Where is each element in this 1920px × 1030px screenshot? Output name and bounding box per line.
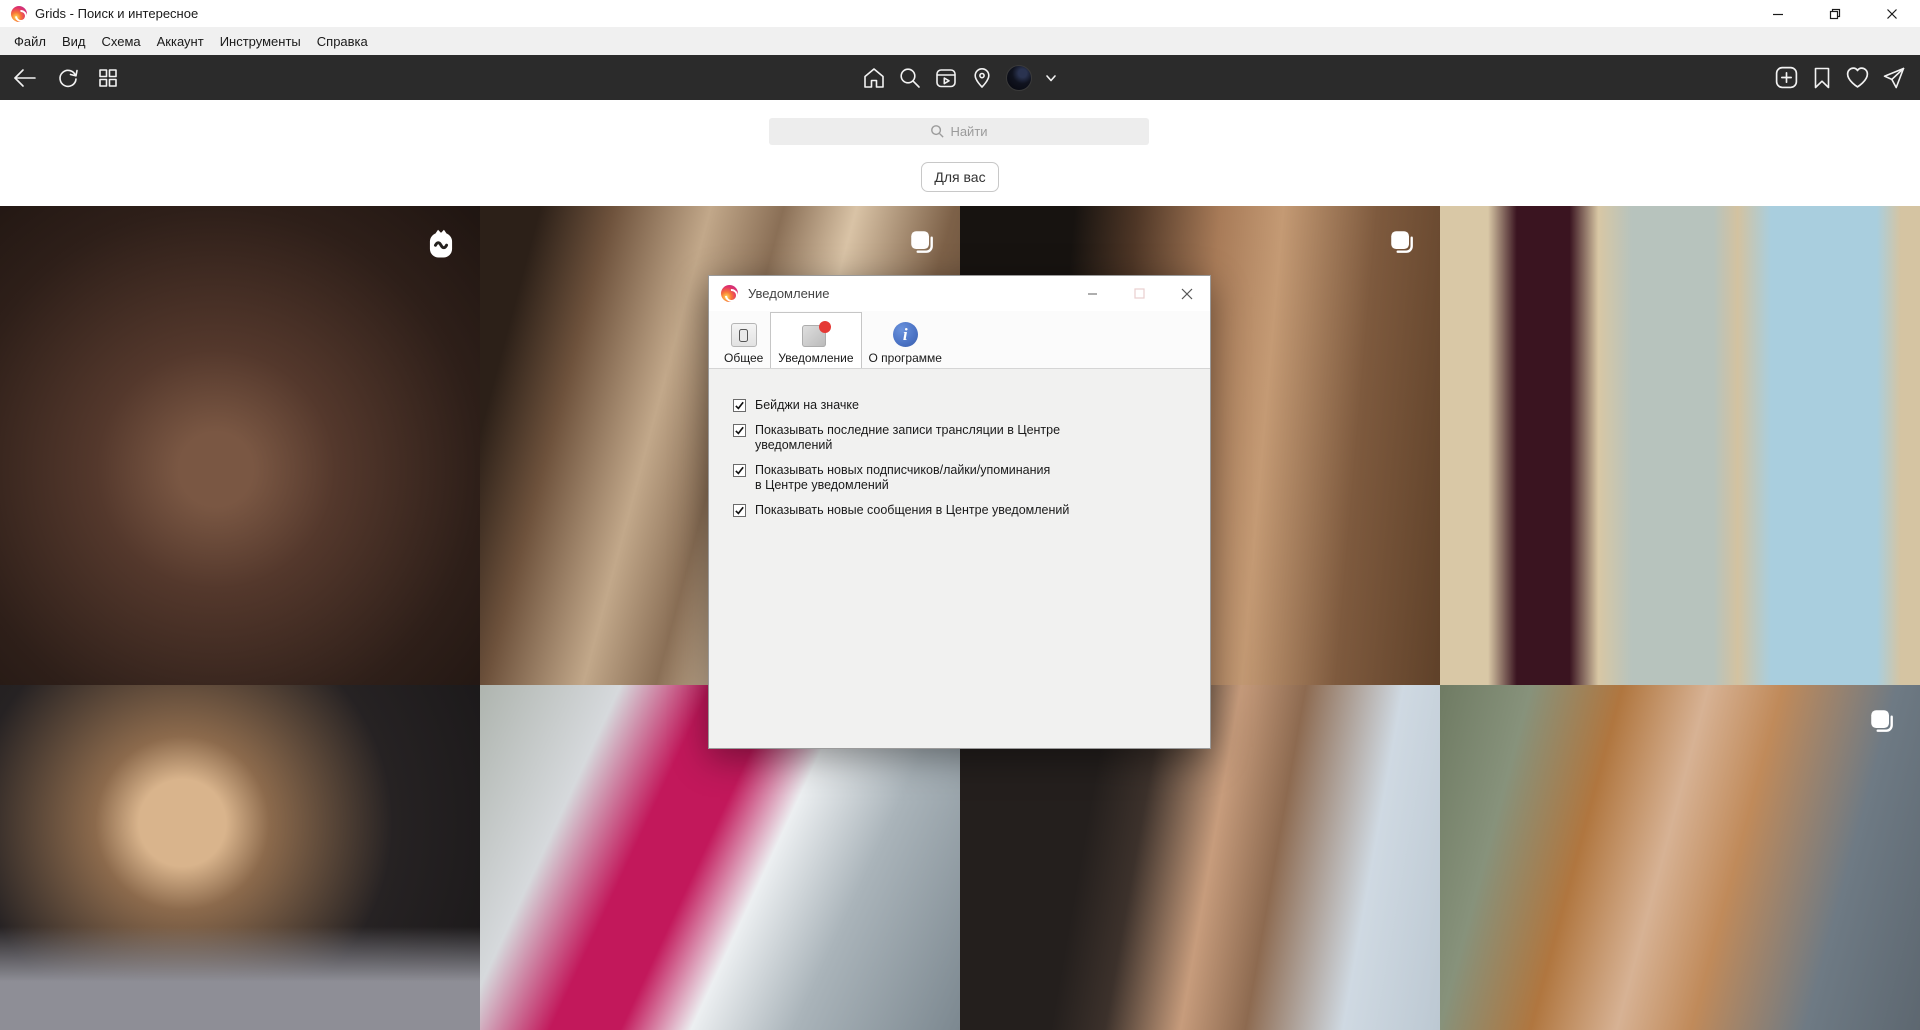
menu-scheme[interactable]: Схема <box>94 30 149 53</box>
search-icon[interactable] <box>898 66 922 90</box>
chevron-down-icon[interactable] <box>1044 71 1058 85</box>
menu-file[interactable]: Файл <box>6 30 54 53</box>
dialog-titlebar: Уведомление <box>709 276 1210 311</box>
photo-tile[interactable] <box>0 685 480 1030</box>
dialog-minimize-button[interactable] <box>1069 276 1116 311</box>
igtv-icon[interactable] <box>934 66 958 90</box>
dialog-title: Уведомление <box>748 286 830 301</box>
for-you-button[interactable]: Для вас <box>921 162 999 192</box>
album-badge-icon <box>1388 228 1416 261</box>
back-icon[interactable] <box>12 67 38 89</box>
tab-general[interactable]: Общее <box>717 318 770 368</box>
checkbox-checked-icon[interactable] <box>733 424 746 437</box>
checkbox-show-broadcasts[interactable]: Показывать последние записи трансляции в… <box>733 423 1190 453</box>
new-post-icon[interactable] <box>1774 65 1799 90</box>
main-toolbar <box>0 55 1920 100</box>
search-placeholder: Найти <box>950 124 988 139</box>
grids-app-icon <box>721 285 738 302</box>
direct-icon[interactable] <box>1882 66 1906 90</box>
dialog-maximize-button-disabled <box>1116 276 1163 311</box>
location-icon[interactable] <box>970 66 994 90</box>
close-button[interactable] <box>1863 0 1920 27</box>
checkbox-badges-on-icon[interactable]: Бейджи на значке <box>733 398 1190 413</box>
dialog-tabstrip: Общее Уведомление i О программе <box>709 311 1210 369</box>
search-glyph-icon <box>931 125 945 138</box>
search-input[interactable]: Найти <box>769 118 1149 145</box>
checkbox-show-followers-likes-mentions[interactable]: Показывать новых подписчиков/лайки/упоми… <box>733 463 1190 493</box>
refresh-icon[interactable] <box>56 66 80 90</box>
album-badge-icon <box>1868 707 1896 740</box>
menu-bar: Файл Вид Схема Аккаунт Инструменты Справ… <box>0 27 1920 55</box>
bookmark-icon[interactable] <box>1811 66 1833 90</box>
red-badge-dot <box>818 321 831 333</box>
restore-button[interactable] <box>1806 0 1863 27</box>
grids-app-icon <box>11 5 27 22</box>
window-titlebar: Grids - Поиск и интересное <box>0 0 1920 27</box>
checkbox-show-new-messages[interactable]: Показывать новые сообщения в Центре увед… <box>733 503 1190 518</box>
notification-badge-icon <box>801 321 831 347</box>
photo-tile[interactable] <box>0 206 480 685</box>
notification-settings-dialog: Уведомление Общее Уведомление i О програ… <box>708 275 1211 749</box>
menu-tools[interactable]: Инструменты <box>212 30 309 53</box>
home-icon[interactable] <box>862 66 886 90</box>
menu-help[interactable]: Справка <box>309 30 376 53</box>
grid-view-icon[interactable] <box>98 68 118 88</box>
minimize-button[interactable] <box>1749 0 1806 27</box>
photo-tile[interactable] <box>1440 685 1920 1030</box>
general-settings-icon <box>730 323 757 347</box>
photo-tile[interactable] <box>1440 206 1920 685</box>
dialog-close-button[interactable] <box>1163 276 1210 311</box>
dialog-content: Бейджи на значке Показывать последние за… <box>709 369 1210 518</box>
tab-about[interactable]: i О программе <box>862 317 949 368</box>
menu-account[interactable]: Аккаунт <box>149 30 212 53</box>
profile-avatar[interactable] <box>1006 64 1032 91</box>
menu-view[interactable]: Вид <box>54 30 94 53</box>
window-title: Grids - Поиск и интересное <box>35 6 199 21</box>
about-info-icon: i <box>892 322 918 347</box>
checkbox-checked-icon[interactable] <box>733 464 746 477</box>
heart-icon[interactable] <box>1845 66 1870 89</box>
igtv-badge-icon <box>426 228 456 265</box>
checkbox-checked-icon[interactable] <box>733 504 746 517</box>
album-badge-icon <box>908 228 936 261</box>
checkbox-checked-icon[interactable] <box>733 399 746 412</box>
tab-notification[interactable]: Уведомление <box>770 312 862 368</box>
